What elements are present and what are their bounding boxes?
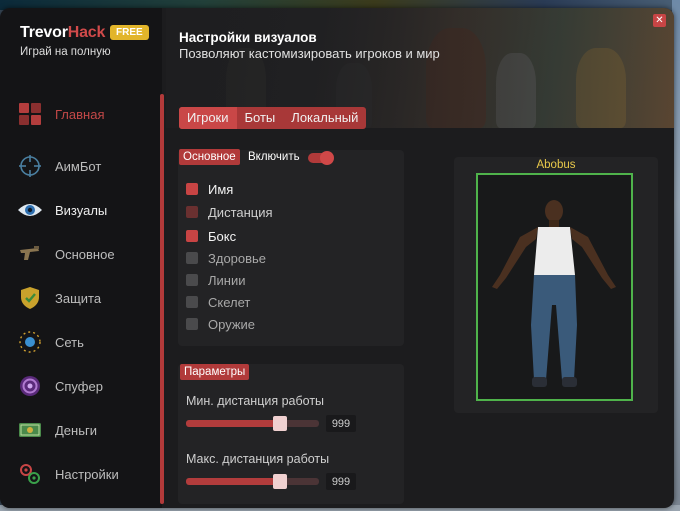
sidebar-item-money[interactable]: Деньги bbox=[14, 412, 154, 448]
option-label: Бокс bbox=[208, 228, 237, 244]
cheat-menu-window: TrevorHack FREE Играй на полную Главная … bbox=[0, 8, 674, 508]
gun-icon bbox=[17, 241, 43, 267]
checkbox[interactable] bbox=[186, 183, 198, 195]
slider-fill bbox=[186, 478, 280, 485]
eye-icon bbox=[17, 197, 43, 223]
checkbox[interactable] bbox=[186, 252, 198, 264]
checkbox[interactable] bbox=[186, 318, 198, 330]
spoofer-icon bbox=[17, 373, 43, 399]
brand-tagline: Играй на полную bbox=[20, 46, 111, 58]
max-distance-slider[interactable] bbox=[186, 474, 319, 489]
checkbox[interactable] bbox=[186, 206, 198, 218]
tab-local[interactable]: Локальный bbox=[283, 107, 366, 129]
toggle-knob bbox=[320, 151, 334, 165]
slider-fill bbox=[186, 420, 280, 427]
option-label: Оружие bbox=[208, 316, 256, 332]
slider-thumb[interactable] bbox=[273, 474, 287, 489]
option-label: Скелет bbox=[208, 294, 251, 310]
money-icon bbox=[17, 417, 43, 443]
slider-thumb[interactable] bbox=[273, 416, 287, 431]
sidebar-item-home[interactable]: Главная bbox=[14, 96, 154, 132]
sidebar-item-settings[interactable]: Настройки bbox=[14, 456, 154, 492]
sidebar-item-label: АимБот bbox=[55, 158, 102, 174]
visuals-tabs: Игроки Боты Локальный bbox=[179, 107, 367, 129]
sidebar-item-visuals[interactable]: Визуалы bbox=[14, 192, 154, 228]
sidebar-item-aimbot[interactable]: АимБот bbox=[14, 148, 154, 184]
brand-name: TrevorHack bbox=[20, 24, 111, 42]
brand-name-part2: Hack bbox=[67, 24, 106, 41]
option-lines[interactable]: Линии bbox=[186, 271, 246, 289]
close-button[interactable]: ✕ bbox=[653, 14, 666, 27]
min-distance-value[interactable]: 999 bbox=[326, 415, 356, 432]
params-panel-tag: Параметры bbox=[180, 364, 250, 380]
checkbox[interactable] bbox=[186, 274, 198, 286]
sidebar-item-label: Защита bbox=[55, 290, 102, 306]
max-distance-value[interactable]: 999 bbox=[326, 473, 356, 490]
option-weapon[interactable]: Оружие bbox=[186, 315, 255, 333]
enable-label: Включить bbox=[248, 151, 300, 163]
option-health[interactable]: Здоровье bbox=[186, 249, 266, 267]
preview-player-name: Abobus bbox=[536, 159, 576, 171]
close-icon: ✕ bbox=[655, 14, 664, 26]
option-label: Здоровье bbox=[208, 250, 267, 266]
player-model bbox=[492, 200, 616, 387]
checkbox[interactable] bbox=[186, 296, 198, 308]
crosshair-icon bbox=[17, 153, 43, 179]
min-distance-label: Мин. дистанция работы bbox=[186, 394, 325, 408]
sidebar-item-label: Основное bbox=[55, 246, 115, 262]
option-label: Дистанция bbox=[208, 204, 273, 220]
tab-bots[interactable]: Боты bbox=[237, 107, 284, 129]
home-grid-icon bbox=[17, 101, 43, 127]
brand-name-part1: Trevor bbox=[20, 24, 68, 41]
sidebar-item-network[interactable]: Сеть bbox=[14, 324, 154, 360]
sidebar-item-label: Настройки bbox=[55, 466, 119, 482]
preview-esp-box bbox=[476, 173, 633, 401]
option-label: Имя bbox=[208, 181, 234, 197]
settings-icon bbox=[17, 461, 43, 487]
max-distance-label: Макс. дистанция работы bbox=[186, 452, 330, 466]
main-panel-tag: Основное bbox=[179, 149, 240, 165]
sidebar-item-label: Визуалы bbox=[55, 202, 108, 218]
sidebar-scrollbar[interactable] bbox=[160, 94, 164, 504]
option-skeleton[interactable]: Скелет bbox=[186, 293, 250, 311]
option-distance[interactable]: Дистанция bbox=[186, 203, 273, 221]
option-name[interactable]: Имя bbox=[186, 180, 233, 198]
sidebar-item-label: Главная bbox=[55, 106, 105, 122]
enable-toggle[interactable] bbox=[308, 151, 334, 165]
shield-icon bbox=[17, 285, 43, 311]
tab-players[interactable]: Игроки bbox=[179, 107, 237, 129]
network-icon bbox=[17, 329, 43, 355]
sidebar-item-main[interactable]: Основное bbox=[14, 236, 154, 272]
sidebar: TrevorHack FREE Играй на полную Главная … bbox=[0, 8, 162, 508]
checkbox[interactable] bbox=[186, 230, 198, 242]
page-title: Настройки визуалов bbox=[179, 30, 317, 45]
sidebar-item-spoofer[interactable]: Спуфер bbox=[14, 368, 154, 404]
brand: TrevorHack FREE Играй на полную bbox=[20, 24, 149, 58]
esp-preview-panel: Abobus bbox=[454, 157, 658, 413]
sidebar-item-protection[interactable]: Защита bbox=[14, 280, 154, 316]
option-label: Линии bbox=[208, 272, 246, 288]
sidebar-item-label: Спуфер bbox=[55, 378, 103, 394]
option-box[interactable]: Бокс bbox=[186, 227, 236, 245]
sidebar-item-label: Сеть bbox=[55, 334, 84, 350]
sidebar-item-label: Деньги bbox=[55, 422, 97, 438]
min-distance-slider[interactable] bbox=[186, 416, 319, 431]
page-subtitle: Позволяют кастомизировать игроков и мир bbox=[179, 46, 440, 61]
free-badge: FREE bbox=[110, 25, 149, 40]
